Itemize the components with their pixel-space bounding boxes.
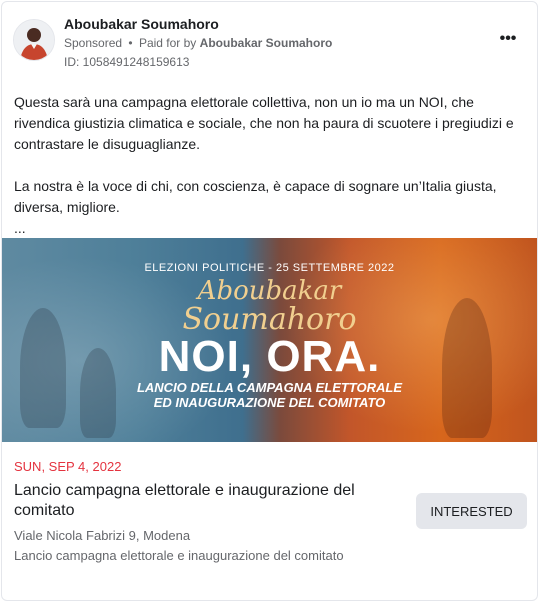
profile-photo-icon xyxy=(14,20,54,60)
banner-line-2: ED INAUGURAZIONE DEL COMITATO xyxy=(153,395,386,410)
more-options-icon[interactable]: ••• xyxy=(497,31,519,52)
advertiser-name[interactable]: Aboubakar Soumahoro xyxy=(64,16,219,32)
see-more-ellipsis[interactable]: ... xyxy=(14,218,529,239)
ad-card: Aboubakar Soumahoro Sponsored • Paid for… xyxy=(1,1,538,601)
ad-header: Aboubakar Soumahoro Sponsored • Paid for… xyxy=(2,2,537,82)
ad-id: ID: 1058491248159613 xyxy=(64,55,190,69)
interested-button[interactable]: INTERESTED xyxy=(416,493,527,529)
banner-subtitle: ELEZIONI POLITICHE - 25 SETTEMBRE 2022 xyxy=(144,262,395,274)
banner-line-1: LANCIO DELLA CAMPAGNA ELETTORALE xyxy=(136,380,403,395)
ad-body-text: Questa sarà una campagna elettorale coll… xyxy=(14,92,529,239)
event-address: Viale Nicola Fabrizi 9, Modena xyxy=(14,528,191,543)
event-description: Lancio campagna elettorale e inaugurazio… xyxy=(14,548,344,563)
paid-for-by-label: Paid for by xyxy=(138,36,197,50)
event-title[interactable]: Lancio campagna elettorale e inaugurazio… xyxy=(14,481,412,521)
body-paragraph-2: La nostra è la voce di chi, con coscienz… xyxy=(14,178,497,215)
ad-banner-image[interactable]: ELEZIONI POLITICHE - 25 SETTEMBRE 2022 A… xyxy=(2,238,537,442)
body-paragraph-1: Questa sarà una campagna elettorale coll… xyxy=(14,94,514,152)
paid-for-by-name[interactable]: Aboubakar Soumahoro xyxy=(200,36,333,50)
sponsored-label: Sponsored xyxy=(64,36,123,50)
separator-dot: • xyxy=(128,36,133,50)
event-date: SUN, SEP 4, 2022 xyxy=(14,459,122,474)
banner-headline: NOI, ORA. xyxy=(158,332,381,381)
avatar[interactable] xyxy=(13,19,55,61)
sponsored-line: Sponsored • Paid for by Aboubakar Soumah… xyxy=(64,36,332,50)
